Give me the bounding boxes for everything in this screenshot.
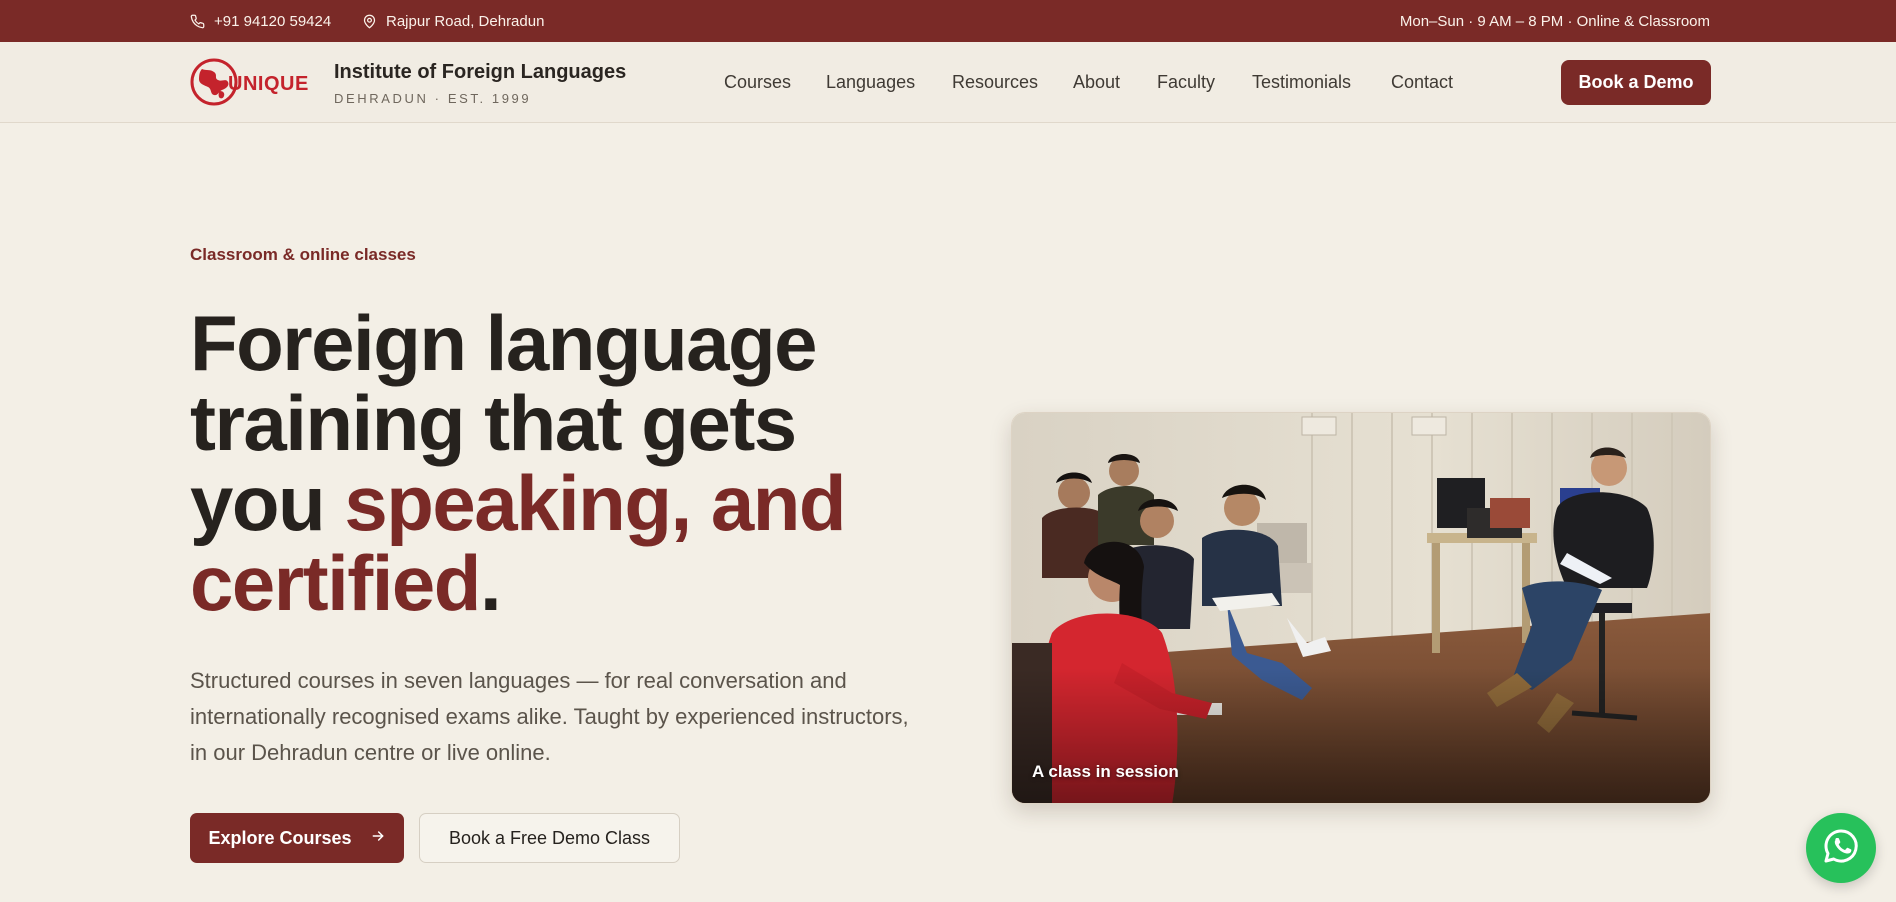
arrow-right-icon [370,828,386,849]
brand-name[interactable]: Institute of Foreign Languages [334,61,626,84]
phone-contact[interactable]: +91 94120 59424 [190,0,331,42]
address: Rajpur Road, Dehradun [362,0,544,42]
nav-link-languages[interactable]: Languages [826,72,915,93]
headline-end: . [479,539,502,627]
classroom-photo: A class in session [1011,412,1711,804]
hero-eyebrow: Classroom & online classes [190,245,416,264]
nav-link-testimonials[interactable]: Testimonials [1252,72,1351,93]
svg-text:UNIQUE: UNIQUE [228,73,309,95]
main-navbar: UNIQUE Institute of Foreign Languages DE… [0,42,1896,123]
phone-number: +91 94120 59424 [214,12,332,30]
nav-link-resources[interactable]: Resources [952,72,1038,93]
book-free-demo-button[interactable]: Book a Free Demo Class [419,813,680,863]
top-info-bar: +91 94120 59424 Rajpur Road, Dehradun Mo… [0,0,1896,42]
nav-link-about[interactable]: About [1073,72,1120,93]
phone-icon [190,14,205,29]
address-text: Rajpur Road, Dehradun [386,12,545,30]
photo-caption: A class in session [1032,762,1179,781]
nav-link-contact[interactable]: Contact [1391,72,1453,93]
whatsapp-button[interactable] [1806,813,1876,883]
opening-hours-text: Mon–Sun · 9 AM – 8 PM · Online & Classro… [1399,12,1710,30]
whatsapp-icon [1821,826,1861,871]
brand-tagline: DEHRADUN · EST. 1999 [334,91,532,106]
explore-courses-label: Explore Courses [208,827,352,848]
explore-courses-button[interactable]: Explore Courses [190,813,404,863]
opening-hours: Mon–Sun · 9 AM – 8 PM · Online & Classro… [1400,0,1710,42]
map-pin-icon [362,14,377,29]
book-demo-button[interactable]: Book a Demo [1561,60,1711,105]
nav-link-courses[interactable]: Courses [724,72,791,93]
hero-description: Structured courses in seven languages — … [190,668,909,765]
nav-link-faculty[interactable]: Faculty [1157,72,1215,93]
brand-logo[interactable]: UNIQUE [190,55,320,109]
classroom-photo-image [1012,413,1710,803]
hero-headline: Foreign language training that gets you … [190,303,950,623]
